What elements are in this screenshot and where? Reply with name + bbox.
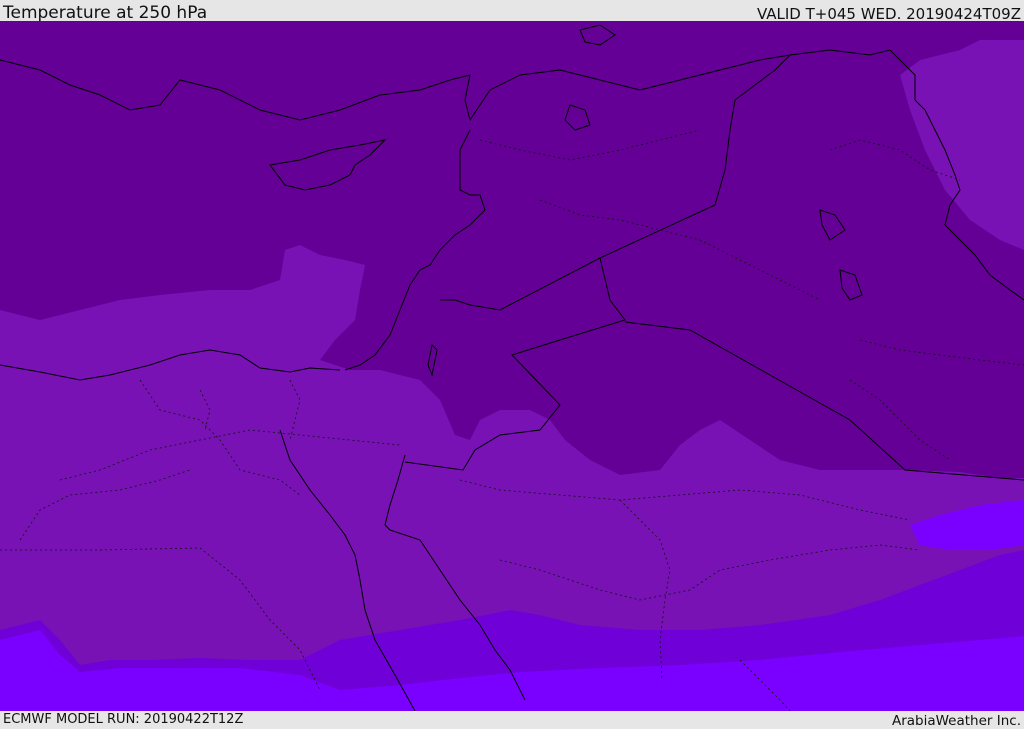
map-title: Temperature at 250 hPa (3, 3, 208, 23)
temperature-map (0, 21, 1024, 711)
footer-bar: ECMWF MODEL RUN: 20190422T12Z ArabiaWeat… (0, 711, 1024, 729)
header-bar: Temperature at 250 hPa VALID T+045 WED. … (0, 0, 1024, 23)
brand-label: ArabiaWeather Inc. (891, 713, 1021, 729)
model-run-label: ECMWF MODEL RUN: 20190422T12Z (3, 712, 244, 727)
